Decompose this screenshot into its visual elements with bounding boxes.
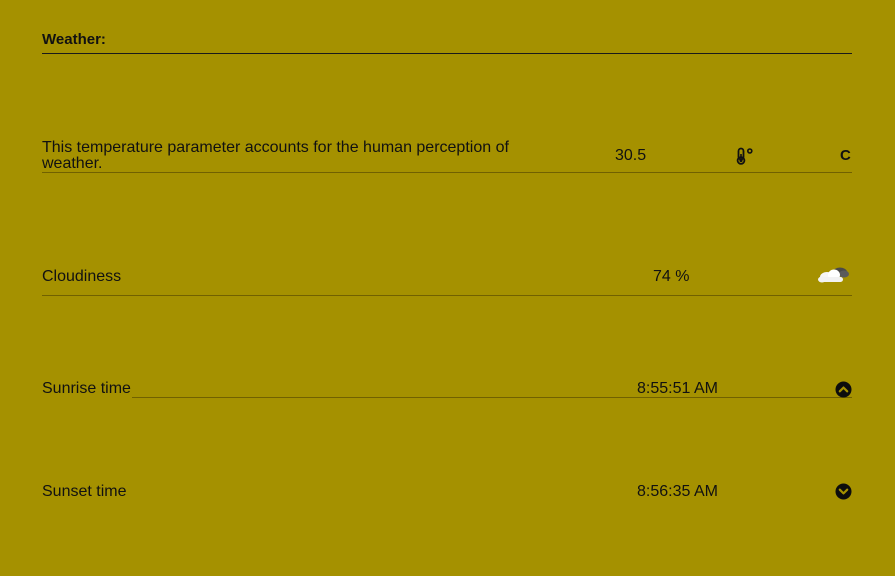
feels-like-label: This temperature parameter accounts for … [42, 139, 509, 172]
title-divider [42, 53, 852, 54]
section-title: Weather: [42, 31, 106, 48]
thermometer-icon [736, 147, 753, 165]
sunset-label: Sunset time [42, 483, 127, 500]
chevron-up-circle-icon [835, 381, 852, 398]
row-divider [42, 172, 852, 173]
chevron-down-circle-icon [835, 483, 852, 500]
sunrise-label: Sunrise time [42, 380, 131, 397]
cloudiness-value: 74 % [653, 268, 690, 285]
cloud-icon [818, 267, 849, 283]
sunrise-value: 8:55:51 AM [637, 380, 718, 397]
feels-like-value: 30.5 [615, 147, 647, 164]
temperature-unit: C [840, 147, 851, 164]
cloudiness-label: Cloudiness [42, 268, 122, 285]
sunset-value: 8:56:35 AM [637, 483, 718, 500]
row-divider [132, 397, 852, 398]
row-divider [42, 295, 852, 296]
